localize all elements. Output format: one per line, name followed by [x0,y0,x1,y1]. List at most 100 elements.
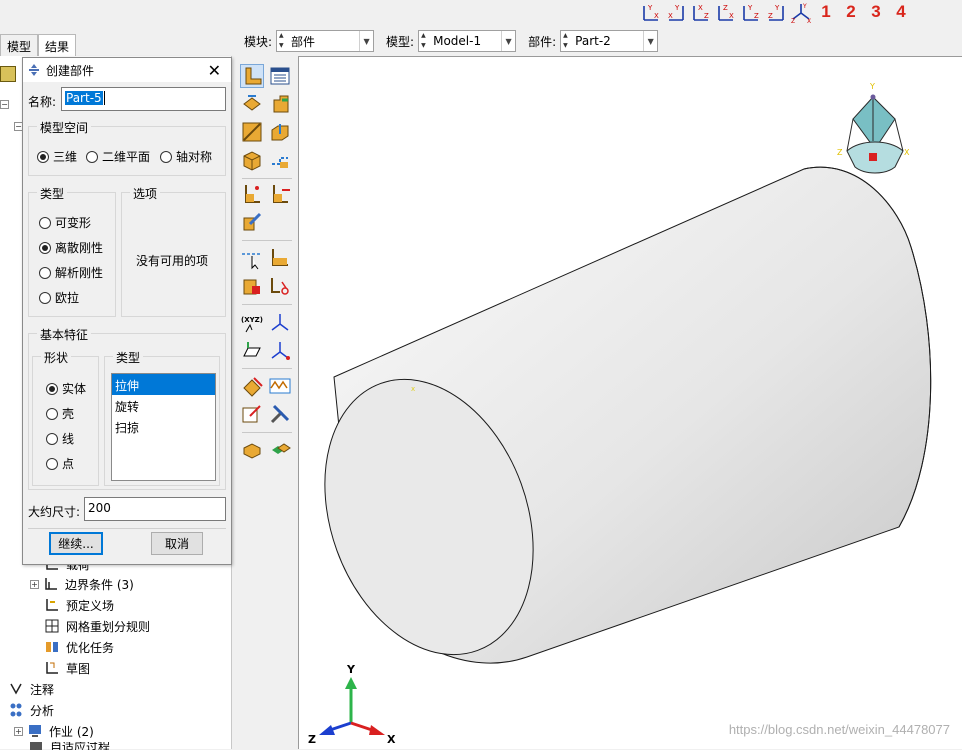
part-select[interactable]: ▲ ▼ Part-2 ▼ [560,30,659,52]
stitch-icon[interactable] [240,402,264,426]
tree-item-jobs[interactable]: + 作业 (2) [14,721,94,741]
options-title: 选项 [130,185,161,202]
feature-type-group: 类型 拉伸 旋转 扫掠 [104,349,220,486]
geometry-edit-icon[interactable] [240,374,264,398]
copy-part-icon[interactable] [268,436,292,460]
part-name-input[interactable]: Part-5 [61,87,226,111]
shape-wire-radio[interactable]: 线 [46,430,74,447]
extrude-shell-icon[interactable] [268,92,292,116]
cut-icon[interactable] [268,274,292,298]
view-2-button[interactable]: 2 [840,1,862,23]
approx-size-input[interactable]: 200 [84,497,226,521]
datum-csys-icon[interactable]: (XYZ) [240,310,264,334]
tree-item-bcs[interactable]: + 边界条件 (3) [30,574,134,594]
create-part-icon[interactable] [240,64,264,88]
tree-item-label: 优化任务 [66,640,115,655]
module-select[interactable]: ▲ ▼ 部件 ▼ [276,30,375,52]
tree-item-label: 作业 (2) [49,724,94,739]
svg-text:x: x [411,385,415,393]
tree-item-sketches[interactable]: 草图 [44,658,90,678]
radio-checked-icon [37,150,49,163]
type-title: 类型 [37,185,68,202]
create-part-dialog: 创建部件 ✕ 名称: Part-5 模型空间 三维 二维平面 轴对称 类型 可变… [22,57,232,565]
view-front-icon[interactable]: YX [640,1,662,23]
point-tool-icon[interactable] [268,338,292,362]
repair-icon[interactable] [240,274,264,298]
sketch-tool-icon[interactable] [268,246,292,270]
spin-icon: ▲ ▼ [563,32,568,49]
view-iso-icon[interactable]: Y Z X [790,1,812,25]
axis-tool-icon[interactable] [268,310,292,334]
model-space-2d-radio[interactable]: 二维平面 [86,148,150,165]
tree-item-annotations[interactable]: 注释 [8,679,54,699]
cancel-button[interactable]: 取消 [151,532,203,555]
dialog-titlebar[interactable]: 创建部件 ✕ [23,58,231,82]
shape-solid-radio[interactable]: 实体 [46,380,86,397]
radio-label: 可变形 [55,216,92,230]
feature-type-list[interactable]: 拉伸 旋转 扫掠 [111,373,216,481]
tree-item-predefined-fields[interactable]: 预定义场 [44,595,114,615]
view-bottom-icon[interactable]: ZX [715,1,737,23]
plane-tool-icon[interactable] [240,338,264,362]
tools-icon[interactable] [268,402,292,426]
cut-extrude-icon[interactable] [268,120,292,144]
chevron-down-icon: ▼ [359,31,373,51]
radio-unchecked-icon [39,266,51,279]
extrude-solid-icon[interactable] [240,92,264,116]
type-deformable-radio[interactable]: 可变形 [39,214,91,231]
model-select[interactable]: ▲ ▼ Model-1 ▼ [418,30,517,52]
radio-unchecked-icon [86,150,98,163]
svg-text:Y: Y [747,4,753,12]
list-item-extrude[interactable]: 拉伸 [112,374,215,395]
continue-button[interactable]: 继续... [49,532,103,555]
viewport[interactable]: x Y Z X Y Z X https://blog.csdn.net/weix… [298,56,962,749]
part-manager-icon[interactable] [268,64,292,88]
tab-model[interactable]: 模型 [0,34,39,56]
expand-icon[interactable]: + [14,726,23,736]
expand-icon[interactable]: + [30,579,39,589]
view-right-icon[interactable]: YZ [765,1,787,23]
edit-feature-icon[interactable] [240,210,264,234]
datum-point-icon[interactable] [240,182,264,206]
watermark: https://blog.csdn.net/weixin_44478077 [728,722,950,737]
view-4-button[interactable]: 4 [890,1,912,23]
datum-axis-icon[interactable] [268,182,292,206]
predefined-field-icon [46,599,58,611]
shape-point-radio[interactable]: 点 [46,455,74,472]
radio-label: 轴对称 [176,150,213,164]
type-analytical-rigid-radio[interactable]: 解析刚性 [39,264,103,281]
tree-item-analysis[interactable]: 分析 [8,700,54,720]
view-top-icon[interactable]: XZ [690,1,712,23]
tree-item-remeshing-rules[interactable]: 网格重划分规则 [44,616,150,636]
view-3-button[interactable]: 3 [865,1,887,23]
solid-icon[interactable] [240,148,264,172]
wire-icon[interactable] [240,120,264,144]
type-discrete-rigid-radio[interactable]: 离散刚性 [39,239,103,256]
type-eulerian-radio[interactable]: 欧拉 [39,289,79,306]
name-label: 名称: [28,95,57,109]
view-cube-icon[interactable]: Y Z X [835,79,915,179]
list-item-revolve[interactable]: 旋转 [112,395,215,416]
model-space-3d-radio[interactable]: 三维 [37,148,77,165]
svg-text:Z: Z [704,12,709,20]
context-bar: 模块: ▲ ▼ 部件 ▼ 模型: ▲ ▼ Model-1 ▼ 部件: ▲ ▼ Part… [238,28,668,54]
virtual-topology-icon[interactable] [268,374,292,398]
tree-item-optimization-tasks[interactable]: 优化任务 [44,637,114,657]
view-back-icon[interactable]: YX [665,1,687,23]
tree-item-label: 预定义场 [66,598,115,613]
close-icon[interactable]: ✕ [208,61,221,80]
partition-icon[interactable] [268,148,292,172]
list-item-sweep[interactable]: 扫掠 [112,416,215,437]
view-left-icon[interactable]: YZ [740,1,762,23]
model-space-title: 模型空间 [37,119,92,136]
collapse-icon[interactable]: − [0,99,9,109]
tree-model-row[interactable]: − [0,94,13,114]
tree-root-row[interactable] [0,64,22,84]
shape-shell-radio[interactable]: 壳 [46,405,74,422]
tab-results[interactable]: 结果 [38,34,77,56]
view-1-button[interactable]: 1 [815,1,837,23]
assign-section-icon[interactable] [240,436,264,460]
model-space-axisym-radio[interactable]: 轴对称 [160,148,212,165]
query-icon[interactable] [240,246,264,270]
svg-text:Z: Z [723,4,728,12]
